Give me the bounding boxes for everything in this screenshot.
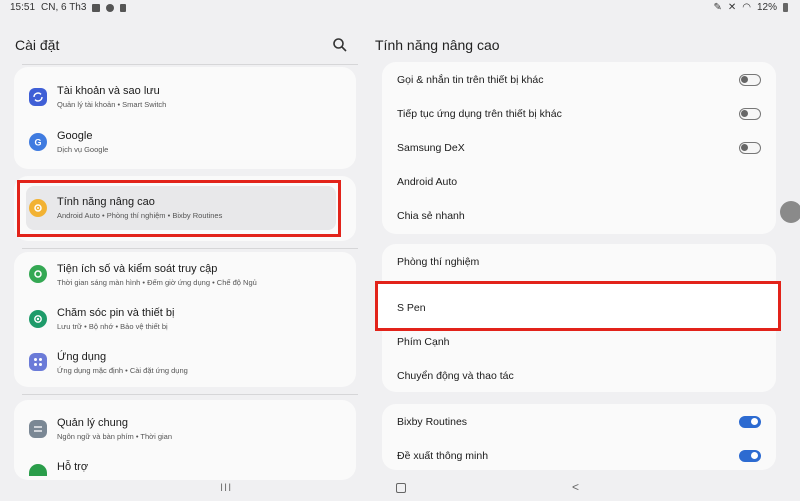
row-motions-gestures[interactable]: Chuyển động và thao tác	[397, 370, 514, 382]
settings-item-subtitle: Ứng dụng mặc định • Cài đặt ứng dụng	[57, 366, 188, 375]
row-labs[interactable]: Phòng thí nghiệm	[397, 256, 479, 268]
settings-item-title: Quản lý chung	[57, 417, 128, 429]
battery-percent: 12%	[756, 2, 777, 13]
gallery-notif-icon	[92, 3, 101, 12]
settings-notif-icon	[106, 3, 115, 12]
row-label: Bixby Routines	[397, 416, 468, 428]
back-button[interactable]: <	[572, 480, 579, 494]
row-quick-share[interactable]: Chia sẻ nhanh	[397, 210, 465, 222]
row-side-key[interactable]: Phím Cạnh	[397, 336, 450, 348]
settings-item-subtitle: Thời gian sáng màn hình • Đếm giờ ứng dụ…	[57, 278, 257, 287]
pen-status-icon: ✎	[713, 2, 722, 13]
sync-icon	[29, 88, 47, 106]
settings-title: Cài đặt	[15, 37, 60, 53]
digital-wellbeing-icon	[29, 265, 47, 283]
settings-item-title: Tài khoản và sao lưu	[57, 85, 160, 97]
status-bar: 15:51 CN, 6 Th3 ✎ ✕ ◠ 12%	[0, 0, 800, 16]
highlight-box	[17, 180, 341, 237]
toggle-switch[interactable]	[739, 108, 761, 120]
row-label: Samsung DeX	[397, 142, 465, 154]
settings-item-subtitle: Ngôn ngữ và bàn phím • Thời gian	[57, 432, 172, 441]
svg-text:G: G	[35, 138, 42, 148]
sliders-icon	[29, 420, 47, 438]
status-time: 15:51	[10, 2, 36, 13]
s-pen-highlight-box	[375, 281, 781, 331]
home-button[interactable]	[396, 483, 406, 493]
row-s-pen[interactable]: S Pen	[397, 302, 426, 314]
settings-item-title: Chăm sóc pin và thiết bị	[57, 307, 175, 319]
settings-item-title: Tiện ích số và kiểm soát truy cập	[57, 263, 218, 275]
row-label: Đề xuất thông minh	[397, 450, 489, 462]
settings-item-title: Google	[57, 130, 93, 142]
advanced-features-title: Tính năng nâng cao	[375, 37, 500, 53]
toggle-switch[interactable]	[739, 142, 761, 154]
mute-icon: ✕	[727, 2, 737, 13]
trash-notif-icon	[120, 3, 127, 12]
toggle-switch[interactable]	[739, 416, 761, 428]
accessibility-icon	[29, 464, 47, 476]
apps-icon	[29, 353, 47, 371]
row-label: Tiếp tục ứng dụng trên thiết bị khác	[397, 108, 562, 120]
recents-button[interactable]: III	[220, 482, 232, 494]
toggle-switch[interactable]	[739, 74, 761, 86]
row-label: Gọi & nhắn tin trên thiết bị khác	[397, 74, 544, 86]
device-care-icon	[29, 310, 47, 328]
status-date: CN, 6 Th3	[41, 2, 87, 13]
s-pen-floating-icon[interactable]	[780, 201, 800, 223]
wifi-icon: ◠	[742, 2, 751, 13]
settings-item-title: Ứng dụng	[57, 351, 107, 363]
battery-icon	[783, 3, 788, 12]
settings-item-subtitle: Dịch vụ Google	[57, 145, 109, 154]
search-icon[interactable]	[332, 37, 348, 53]
settings-item-title: Hỗ trợ	[57, 461, 89, 473]
toggle-switch[interactable]	[739, 450, 761, 462]
settings-item-subtitle: Lưu trữ • Bộ nhớ • Bảo vệ thiết bị	[57, 322, 168, 331]
row-android-auto[interactable]: Android Auto	[397, 176, 457, 188]
settings-item-subtitle: Quản lý tài khoản • Smart Switch	[57, 100, 167, 109]
google-icon: G	[29, 133, 47, 151]
